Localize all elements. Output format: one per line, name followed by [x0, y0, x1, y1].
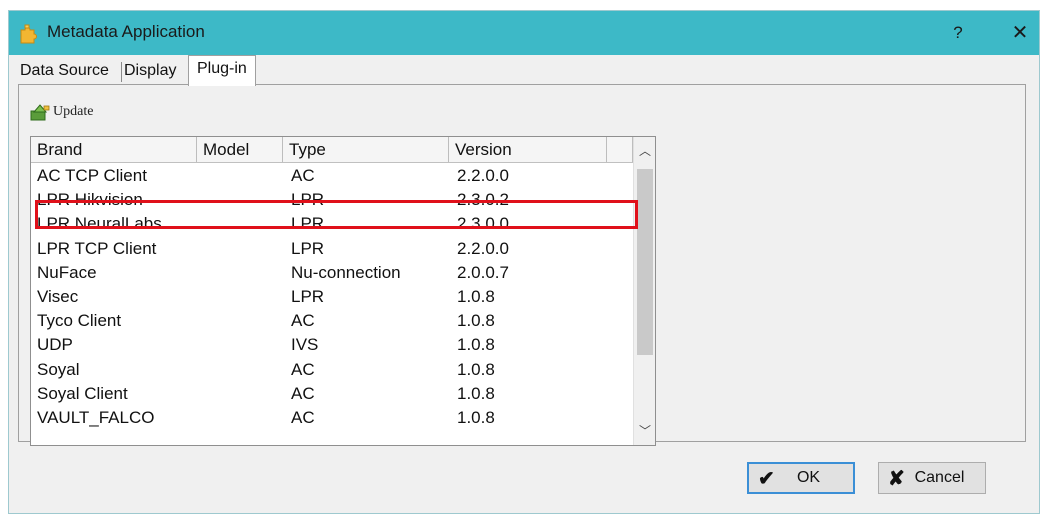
cell-type: LPR [291, 238, 325, 258]
list-item[interactable]: LPR TCP Client LPR 2.2.0.0 [31, 237, 633, 261]
update-button[interactable]: Update [30, 101, 93, 123]
scroll-up-icon[interactable]: ︿ [634, 137, 655, 163]
puzzle-app-icon [20, 24, 37, 44]
list-item[interactable]: Visec LPR 1.0.8 [31, 285, 633, 309]
cell-brand: Tyco Client [37, 311, 122, 331]
cell-version: 2.2.0.0 [457, 238, 509, 258]
highlight-box [35, 200, 638, 229]
cell-brand: Soyal [37, 359, 80, 379]
cell-version: 2.0.0.7 [457, 262, 509, 282]
cancel-label: Cancel [914, 469, 965, 486]
list-item[interactable]: Soyal Client AC 1.0.8 [31, 382, 633, 406]
cancel-button[interactable]: ✘ Cancel [878, 462, 986, 494]
cell-brand: Soyal Client [37, 383, 128, 403]
cell-brand: NuFace [37, 262, 97, 282]
tab-separator [121, 62, 122, 82]
update-label: Update [53, 104, 94, 119]
column-header-model[interactable]: Model [197, 137, 283, 162]
tab-plug-in[interactable]: Plug-in [188, 55, 256, 86]
column-header-brand[interactable]: Brand [31, 137, 197, 162]
cell-type: AC [291, 166, 315, 185]
cell-brand: AC TCP Client [37, 166, 147, 185]
cell-type: AC [291, 311, 315, 331]
list-item[interactable]: UDP IVS 1.0.8 [31, 333, 633, 357]
column-header-type[interactable]: Type [283, 137, 449, 162]
checkmark-icon: ✔ [758, 467, 775, 490]
cell-type: LPR [291, 286, 325, 306]
cell-brand: LPR TCP Client [37, 238, 157, 258]
window-title: Metadata Application [47, 22, 205, 41]
list-item[interactable]: VAULT_FALCO AC 1.0.8 [31, 406, 633, 430]
vertical-scrollbar[interactable]: ︿ ﹀ [633, 137, 655, 445]
cell-type: AC [291, 383, 315, 403]
close-button[interactable]: ✕ [1005, 19, 1035, 47]
help-button[interactable]: ? [943, 19, 973, 47]
update-icon [30, 104, 50, 121]
cell-version: 1.0.8 [457, 335, 495, 355]
cell-version: 1.0.8 [457, 407, 495, 427]
scroll-thumb[interactable] [637, 169, 653, 355]
ok-button[interactable]: ✔ OK [747, 462, 855, 494]
list-item[interactable]: NuFace Nu-connection 2.0.0.7 [31, 261, 633, 285]
cell-brand: Visec [37, 286, 79, 306]
cell-version: 1.0.8 [457, 359, 495, 379]
column-header-filler [607, 137, 633, 162]
ok-label: OK [796, 469, 821, 486]
list-item[interactable]: AC TCP Client AC 2.2.0.0 [31, 164, 633, 188]
tab-data-source[interactable]: Data Source [20, 58, 109, 84]
cell-version: 1.0.8 [457, 383, 495, 403]
cross-icon: ✘ [888, 467, 905, 490]
cell-brand: UDP [37, 335, 73, 355]
cell-type: IVS [291, 335, 319, 355]
title-bar[interactable]: Metadata Application ? ✕ [9, 11, 1039, 55]
cell-version: 1.0.8 [457, 311, 495, 331]
cell-type: AC [291, 407, 315, 427]
cell-type: AC [291, 359, 315, 379]
tab-display[interactable]: Display [124, 58, 176, 84]
cell-brand: VAULT_FALCO [37, 407, 155, 427]
list-header: Brand Model Type Version [31, 137, 655, 163]
column-header-version[interactable]: Version [449, 137, 607, 162]
plugin-list[interactable]: Brand Model Type Version AC TCP Client AC… [30, 136, 656, 446]
cell-version: 2.2.0.0 [457, 166, 509, 185]
list-item[interactable]: Tyco Client AC 1.0.8 [31, 309, 633, 333]
cell-type: Nu-connection [291, 262, 401, 282]
cell-version: 1.0.8 [457, 286, 495, 306]
list-item[interactable]: Soyal AC 1.0.8 [31, 358, 633, 382]
scroll-down-icon[interactable]: ﹀ [634, 419, 655, 443]
